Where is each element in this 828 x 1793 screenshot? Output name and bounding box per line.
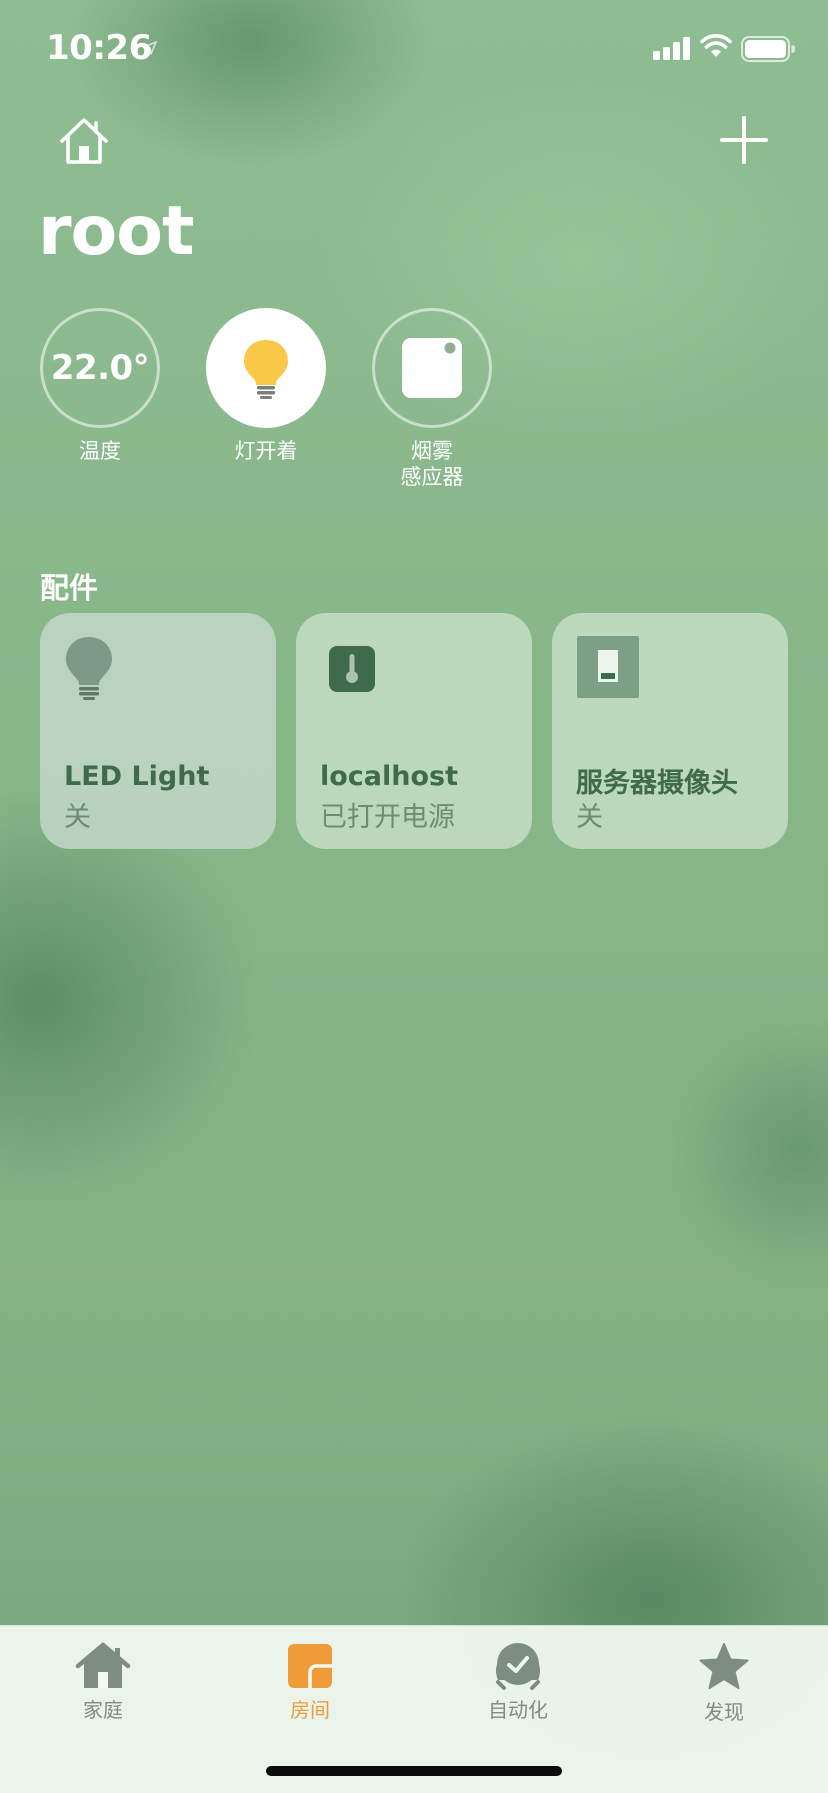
status-temperature[interactable]: 22.0° 温度 — [39, 308, 161, 464]
accessory-name: localhost — [320, 761, 459, 792]
home-indicator[interactable] — [266, 1766, 562, 1776]
temperature-circle: 22.0° — [40, 308, 160, 428]
smoke-sensor-icon — [402, 338, 462, 398]
house-icon — [75, 1642, 131, 1688]
tab-automation[interactable]: 自动化 — [463, 1642, 573, 1723]
tab-discover[interactable]: 发现 — [669, 1642, 779, 1725]
switch-icon — [577, 636, 639, 698]
lights-circle — [206, 308, 326, 428]
tab-label: 房间 — [290, 1698, 330, 1722]
status-label: 灯开着 — [234, 439, 298, 463]
status-time: 10:26 — [46, 28, 152, 68]
wifi-icon — [700, 34, 732, 57]
status-label: 烟雾 感应器 — [400, 439, 464, 489]
accessory-tile-led-light[interactable]: LED Light 关 — [40, 613, 276, 849]
status-label: 温度 — [79, 439, 121, 463]
battery-icon — [741, 36, 795, 62]
accessory-tile-localhost[interactable]: localhost 已打开电源 — [296, 613, 532, 849]
thermometer-icon — [329, 646, 375, 692]
tab-label: 发现 — [704, 1700, 744, 1724]
tab-label: 自动化 — [488, 1698, 548, 1722]
plus-icon — [720, 116, 768, 164]
accessory-state: 已打开电源 — [320, 802, 455, 833]
tab-label: 家庭 — [83, 1698, 123, 1722]
smoke-sensor-circle — [372, 308, 492, 428]
accessory-name: LED Light — [64, 761, 210, 792]
star-icon — [699, 1643, 749, 1689]
accessory-state: 关 — [576, 802, 603, 833]
section-title-accessories: 配件 — [40, 571, 99, 605]
accessory-state: 关 — [64, 802, 91, 833]
tab-rooms[interactable]: 房间 — [255, 1642, 365, 1723]
automation-clock-icon — [496, 1643, 540, 1690]
cellular-signal-icon — [653, 37, 690, 60]
status-lights-on[interactable]: 灯开着 — [205, 308, 327, 464]
location-arrow-icon — [143, 41, 157, 55]
tab-home[interactable]: 家庭 — [48, 1642, 158, 1723]
rooms-icon — [288, 1644, 332, 1688]
house-icon — [60, 118, 108, 164]
lightbulb-icon — [244, 340, 288, 399]
accessory-tile-server-camera[interactable]: 服务器摄像头 关 — [552, 613, 788, 849]
page-title: root — [38, 192, 194, 271]
add-button[interactable] — [716, 112, 772, 168]
home-button[interactable] — [56, 114, 112, 170]
status-smoke-sensor[interactable]: 烟雾 感应器 — [371, 308, 493, 490]
lightbulb-icon — [66, 637, 112, 700]
temperature-value: 22.0° — [50, 348, 150, 388]
